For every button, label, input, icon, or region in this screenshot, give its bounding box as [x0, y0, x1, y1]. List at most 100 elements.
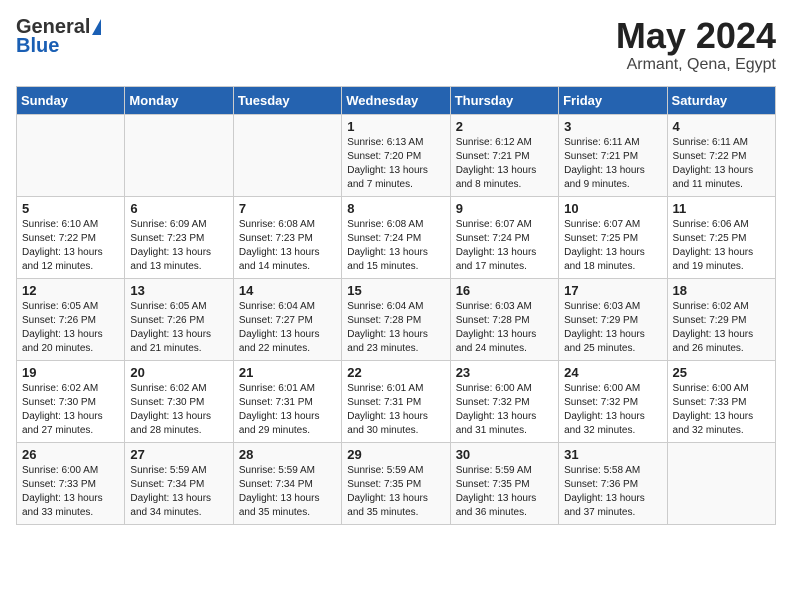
cell-info: Sunrise: 6:06 AM Sunset: 7:25 PM Dayligh…: [673, 218, 770, 274]
cell-info: Sunrise: 6:13 AM Sunset: 7:20 PM Dayligh…: [347, 136, 444, 192]
day-number: 17: [564, 283, 661, 298]
day-number: 2: [456, 119, 553, 134]
calendar-cell: [125, 114, 233, 196]
month-year-title: May 2024: [616, 16, 776, 56]
calendar-cell: 4Sunrise: 6:11 AM Sunset: 7:22 PM Daylig…: [667, 114, 775, 196]
calendar-cell: 20 Sunrise: 6:02 AM Sunset: 7:30 PM Dayli…: [125, 360, 233, 442]
cell-info: Sunrise: 5:58 AM Sunset: 7:36 PM Dayligh…: [564, 464, 661, 520]
day-number: 10: [564, 201, 661, 216]
day-number: 27: [130, 447, 227, 462]
calendar-cell: 6 Sunrise: 6:09 AM Sunset: 7:23 PM Daylig…: [125, 196, 233, 278]
cell-info: Sunrise: 6:08 AM Sunset: 7:24 PM Dayligh…: [347, 218, 444, 274]
calendar-cell: 28Sunrise: 5:59 AM Sunset: 7:34 PM Dayli…: [233, 442, 341, 524]
weekday-header-saturday: Saturday: [667, 86, 775, 114]
day-number: 19: [22, 365, 119, 380]
day-number: 30: [456, 447, 553, 462]
calendar-cell: 13 Sunrise: 6:05 AM Sunset: 7:26 PM Dayli…: [125, 278, 233, 360]
cell-info: Sunrise: 6:12 AM Sunset: 7:21 PM Dayligh…: [456, 136, 553, 192]
calendar-cell: 1 Sunrise: 6:13 AM Sunset: 7:20 PM Daylig…: [342, 114, 450, 196]
calendar-cell: 19Sunrise: 6:02 AM Sunset: 7:30 PM Dayli…: [17, 360, 125, 442]
day-number: 8: [347, 201, 444, 216]
calendar-cell: 16 Sunrise: 6:03 AM Sunset: 7:28 PM Dayli…: [450, 278, 558, 360]
calendar-table: SundayMondayTuesdayWednesdayThursdayFrid…: [16, 86, 776, 525]
calendar-cell: 12Sunrise: 6:05 AM Sunset: 7:26 PM Dayli…: [17, 278, 125, 360]
logo-triangle-icon: [92, 19, 101, 35]
weekday-header-sunday: Sunday: [17, 86, 125, 114]
day-number: 20: [130, 365, 227, 380]
calendar-cell: 5Sunrise: 6:10 AM Sunset: 7:22 PM Daylig…: [17, 196, 125, 278]
day-number: 26: [22, 447, 119, 462]
cell-info: Sunrise: 6:07 AM Sunset: 7:24 PM Dayligh…: [456, 218, 553, 274]
calendar-cell: 7 Sunrise: 6:08 AM Sunset: 7:23 PM Daylig…: [233, 196, 341, 278]
cell-info: Sunrise: 6:03 AM Sunset: 7:28 PM Dayligh…: [456, 300, 553, 356]
day-number: 14: [239, 283, 336, 298]
cell-info: Sunrise: 6:04 AM Sunset: 7:28 PM Dayligh…: [347, 300, 444, 356]
logo-blue-text: Blue: [16, 35, 59, 58]
calendar-cell: 9Sunrise: 6:07 AM Sunset: 7:24 PM Daylig…: [450, 196, 558, 278]
calendar-cell: 21 Sunrise: 6:01 AM Sunset: 7:31 PM Dayli…: [233, 360, 341, 442]
calendar-week-1: 1 Sunrise: 6:13 AM Sunset: 7:20 PM Daylig…: [17, 114, 776, 196]
calendar-cell: 8 Sunrise: 6:08 AM Sunset: 7:24 PM Daylig…: [342, 196, 450, 278]
title-block: May 2024 Armant, Qena, Egypt: [616, 16, 776, 74]
cell-info: Sunrise: 5:59 AM Sunset: 7:35 PM Dayligh…: [347, 464, 444, 520]
calendar-cell: 14 Sunrise: 6:04 AM Sunset: 7:27 PM Dayli…: [233, 278, 341, 360]
weekday-header-friday: Friday: [559, 86, 667, 114]
day-number: 15: [347, 283, 444, 298]
day-number: 28: [239, 447, 336, 462]
calendar-cell: 26 Sunrise: 6:00 AM Sunset: 7:33 PM Dayli…: [17, 442, 125, 524]
day-number: 23: [456, 365, 553, 380]
day-number: 18: [673, 283, 770, 298]
day-number: 24: [564, 365, 661, 380]
weekday-header-tuesday: Tuesday: [233, 86, 341, 114]
calendar-cell: 3Sunrise: 6:11 AM Sunset: 7:21 PM Daylig…: [559, 114, 667, 196]
day-number: 1: [347, 119, 444, 134]
cell-info: Sunrise: 6:02 AM Sunset: 7:29 PM Dayligh…: [673, 300, 770, 356]
day-number: 13: [130, 283, 227, 298]
day-number: 7: [239, 201, 336, 216]
calendar-cell: [17, 114, 125, 196]
location-subtitle: Armant, Qena, Egypt: [616, 56, 776, 74]
calendar-cell: 27 Sunrise: 5:59 AM Sunset: 7:34 PM Dayli…: [125, 442, 233, 524]
calendar-cell: 15 Sunrise: 6:04 AM Sunset: 7:28 PM Dayli…: [342, 278, 450, 360]
day-number: 25: [673, 365, 770, 380]
calendar-week-3: 12Sunrise: 6:05 AM Sunset: 7:26 PM Dayli…: [17, 278, 776, 360]
cell-info: Sunrise: 5:59 AM Sunset: 7:34 PM Dayligh…: [130, 464, 227, 520]
calendar-cell: 2 Sunrise: 6:12 AM Sunset: 7:21 PM Daylig…: [450, 114, 558, 196]
day-number: 5: [22, 201, 119, 216]
cell-info: Sunrise: 6:08 AM Sunset: 7:23 PM Dayligh…: [239, 218, 336, 274]
day-number: 11: [673, 201, 770, 216]
calendar-cell: 29 Sunrise: 5:59 AM Sunset: 7:35 PM Dayli…: [342, 442, 450, 524]
cell-info: Sunrise: 6:03 AM Sunset: 7:29 PM Dayligh…: [564, 300, 661, 356]
calendar-cell: 25 Sunrise: 6:00 AM Sunset: 7:33 PM Dayli…: [667, 360, 775, 442]
day-number: 22: [347, 365, 444, 380]
cell-info: Sunrise: 6:00 AM Sunset: 7:32 PM Dayligh…: [564, 382, 661, 438]
day-number: 6: [130, 201, 227, 216]
cell-info: Sunrise: 6:00 AM Sunset: 7:33 PM Dayligh…: [673, 382, 770, 438]
day-number: 4: [673, 119, 770, 134]
calendar-cell: 10 Sunrise: 6:07 AM Sunset: 7:25 PM Dayli…: [559, 196, 667, 278]
calendar-cell: 30Sunrise: 5:59 AM Sunset: 7:35 PM Dayli…: [450, 442, 558, 524]
logo: General Blue: [16, 16, 101, 58]
cell-info: Sunrise: 6:00 AM Sunset: 7:32 PM Dayligh…: [456, 382, 553, 438]
weekday-header-thursday: Thursday: [450, 86, 558, 114]
cell-info: Sunrise: 6:02 AM Sunset: 7:30 PM Dayligh…: [130, 382, 227, 438]
cell-info: Sunrise: 6:01 AM Sunset: 7:31 PM Dayligh…: [347, 382, 444, 438]
weekday-header-wednesday: Wednesday: [342, 86, 450, 114]
day-number: 21: [239, 365, 336, 380]
cell-info: Sunrise: 6:01 AM Sunset: 7:31 PM Dayligh…: [239, 382, 336, 438]
calendar-cell: 31 Sunrise: 5:58 AM Sunset: 7:36 PM Dayli…: [559, 442, 667, 524]
calendar-week-5: 26 Sunrise: 6:00 AM Sunset: 7:33 PM Dayli…: [17, 442, 776, 524]
cell-info: Sunrise: 6:05 AM Sunset: 7:26 PM Dayligh…: [130, 300, 227, 356]
cell-info: Sunrise: 6:04 AM Sunset: 7:27 PM Dayligh…: [239, 300, 336, 356]
cell-info: Sunrise: 6:00 AM Sunset: 7:33 PM Dayligh…: [22, 464, 119, 520]
day-number: 16: [456, 283, 553, 298]
cell-info: Sunrise: 6:09 AM Sunset: 7:23 PM Dayligh…: [130, 218, 227, 274]
weekday-header-row: SundayMondayTuesdayWednesdayThursdayFrid…: [17, 86, 776, 114]
calendar-cell: [233, 114, 341, 196]
calendar-cell: 23 Sunrise: 6:00 AM Sunset: 7:32 PM Dayli…: [450, 360, 558, 442]
cell-info: Sunrise: 6:11 AM Sunset: 7:21 PM Dayligh…: [564, 136, 661, 192]
day-number: 31: [564, 447, 661, 462]
cell-info: Sunrise: 6:07 AM Sunset: 7:25 PM Dayligh…: [564, 218, 661, 274]
day-number: 29: [347, 447, 444, 462]
calendar-week-4: 19 Sunrise: 6:02 AM Sunset: 7:30 PM Dayli…: [17, 360, 776, 442]
